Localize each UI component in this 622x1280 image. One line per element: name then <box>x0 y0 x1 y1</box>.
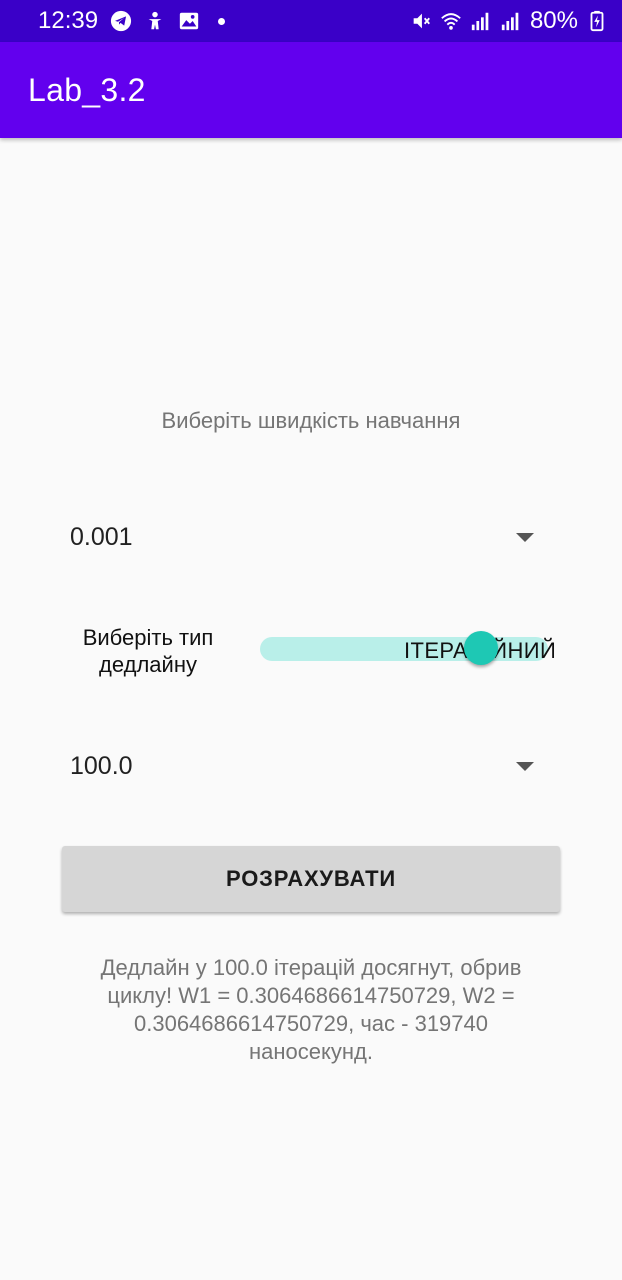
deadline-value: 100.0 <box>70 751 133 780</box>
gallery-icon <box>178 10 200 32</box>
battery-charging-icon <box>586 10 608 32</box>
accessibility-icon <box>144 10 166 32</box>
deadline-type-label: Виберіть тип дедлайну <box>82 625 214 677</box>
signal-icon <box>470 10 492 32</box>
status-bar: 12:39 80% <box>0 0 622 42</box>
main-content: Виберіть швидкість навчання 0.001 Вибері… <box>0 138 622 1280</box>
signal-icon <box>500 10 522 32</box>
deadline-type-row: Виберіть тип дедлайну ІТЕРАЦІЙНИЙ <box>62 616 562 686</box>
learning-rate-value: 0.001 <box>70 522 133 551</box>
mute-icon <box>410 10 432 32</box>
deadline-value-spinner[interactable]: 100.0 <box>62 734 560 798</box>
learning-rate-spinner[interactable]: 0.001 <box>62 505 560 569</box>
result-text: Дедлайн у 100.0 ітерацій досягнут, обрив… <box>100 955 522 1064</box>
status-left: 12:39 <box>38 7 226 35</box>
app-bar: Lab_3.2 <box>0 42 622 138</box>
telegram-icon <box>110 10 132 32</box>
deadline-switch-thumb[interactable] <box>464 631 498 665</box>
calculate-button[interactable]: РОЗРАХУВАТИ <box>62 846 560 912</box>
dropdown-arrow-icon <box>516 532 534 542</box>
dropdown-arrow-icon <box>516 761 534 771</box>
app-title: Lab_3.2 <box>28 71 146 108</box>
wifi-icon <box>440 10 462 32</box>
status-right: 80% <box>410 7 608 35</box>
battery-percentage: 80% <box>529 7 578 34</box>
learning-rate-prompt: Виберіть швидкість навчання <box>161 408 461 433</box>
notification-dot <box>218 17 226 25</box>
status-time: 12:39 <box>38 7 99 34</box>
